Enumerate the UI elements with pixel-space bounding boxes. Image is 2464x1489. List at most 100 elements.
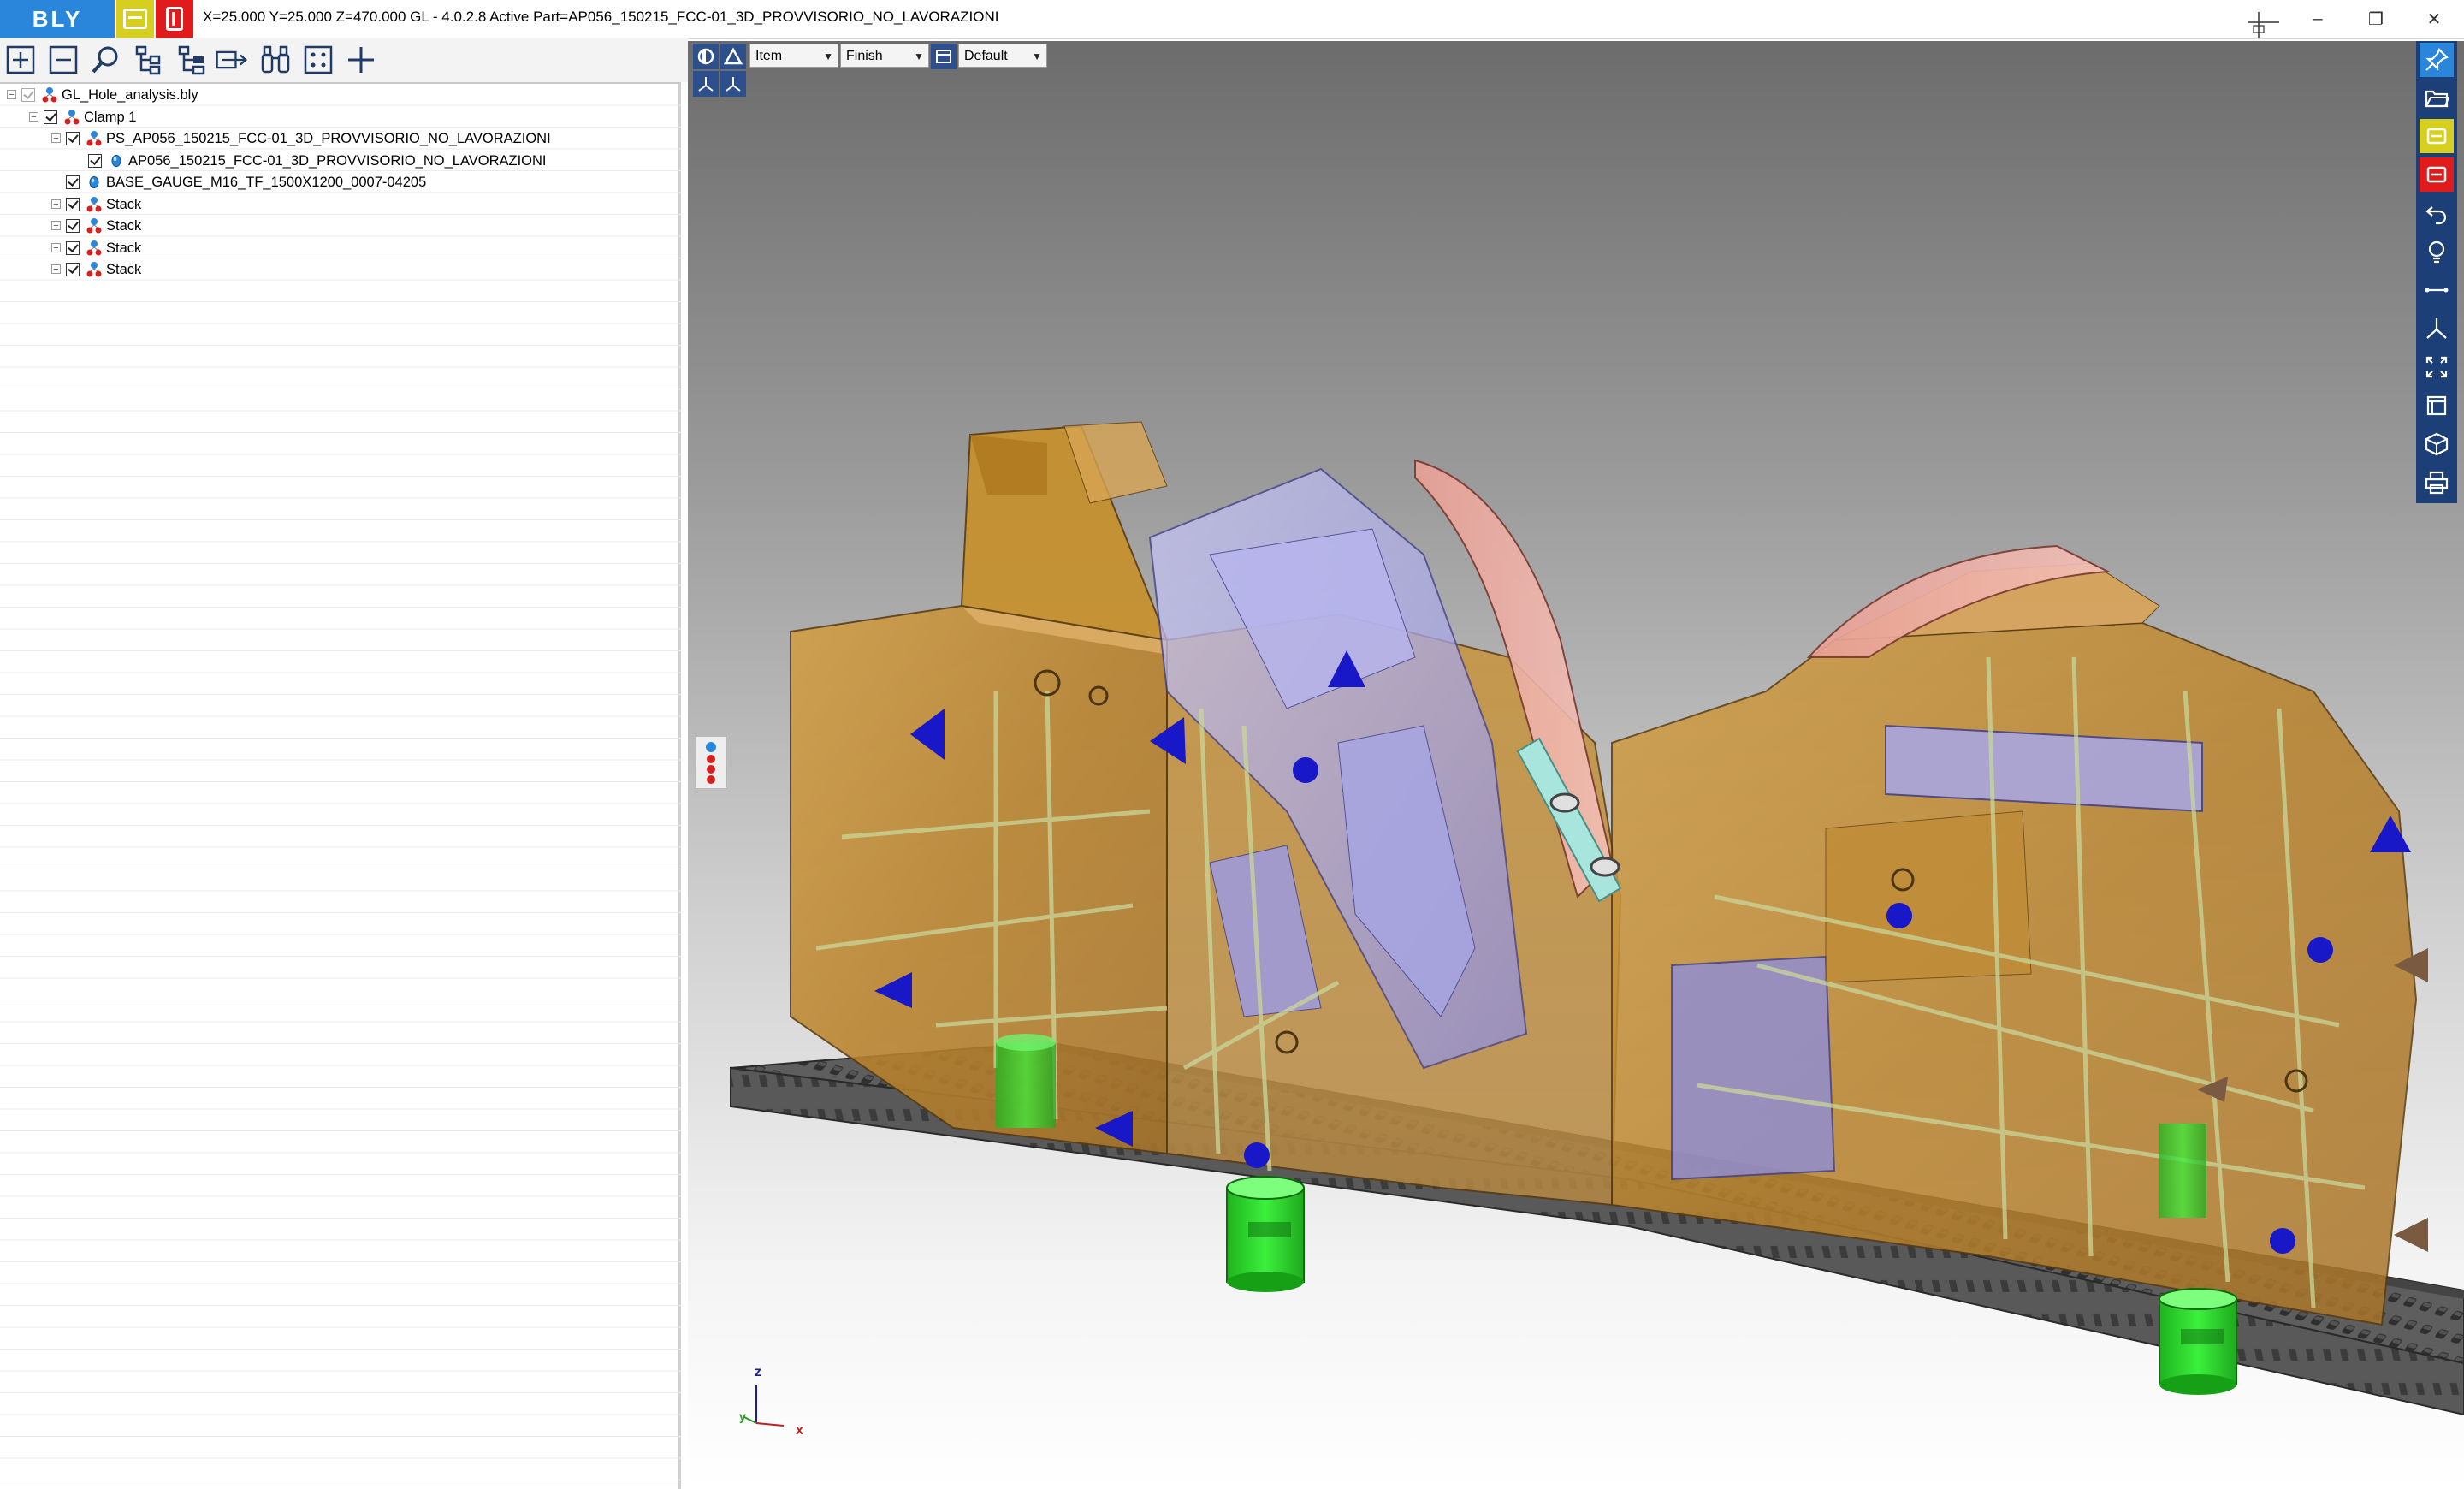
tree-item-label: AP056_150215_FCC-01_3D_PROVVISORIO_NO_LA… (128, 152, 547, 169)
visibility-checkbox[interactable] (88, 153, 102, 168)
tree-item-label: Clamp 1 (84, 109, 137, 125)
collapse-toggle-icon[interactable]: − (7, 90, 16, 100)
minimize-button[interactable]: – (2289, 0, 2346, 38)
binoculars-icon[interactable] (258, 43, 293, 77)
axis-triad: z y x (739, 1365, 803, 1438)
search-icon[interactable] (89, 43, 123, 77)
visibility-checkbox[interactable] (66, 263, 80, 276)
cube-view-icon[interactable] (2420, 427, 2454, 461)
tree-item-label: GL_Hole_analysis.bly (62, 87, 198, 103)
measure-icon[interactable] (2420, 273, 2454, 307)
chevron-down-icon: ▼ (914, 50, 924, 62)
part-icon (111, 154, 121, 167)
transparency-icon[interactable] (720, 44, 746, 69)
tree-item[interactable]: − GL_Hole_analysis.bly (0, 85, 681, 106)
main-toolbar (0, 38, 688, 82)
red-panel-icon[interactable] (2420, 157, 2454, 192)
tree-item[interactable]: − Clamp 1 (0, 107, 681, 128)
yellow-panel-logo-icon[interactable] (116, 0, 154, 38)
expand-toggle-icon[interactable]: + (51, 221, 61, 231)
render-mode-select[interactable]: Finish ▼ (840, 44, 929, 68)
expand-toggle-icon[interactable]: + (51, 264, 61, 275)
tree-grid-lines (0, 84, 681, 1487)
plus-cross-icon[interactable] (344, 43, 378, 77)
assembly-icon (64, 109, 80, 124)
structure-tree-panel: − GL_Hole_analysis.bly − Clamp 1 − PS_AP056_1… (0, 82, 681, 1489)
tree-item[interactable]: + Stack (0, 238, 681, 259)
tree-item[interactable]: + Stack (0, 216, 681, 237)
open-folder-icon[interactable] (2420, 80, 2454, 115)
fit-view-icon[interactable] (2420, 350, 2454, 384)
tree-item-label: BASE_GAUGE_M16_TF_1500X1200_0007-04205 (106, 175, 427, 190)
assembly-icon (86, 131, 102, 146)
chevron-down-icon: ▼ (1032, 50, 1042, 62)
right-toolbar (2416, 41, 2457, 503)
triad-right-icon[interactable] (720, 71, 746, 97)
chevron-down-icon: ▼ (823, 50, 833, 62)
assembly-icon (86, 240, 102, 255)
viewport-toolbar: Item ▼ Finish ▼ Default ▼ (688, 41, 1047, 98)
selection-mode-value: Item (755, 49, 783, 63)
assembly-icon (86, 218, 102, 234)
visibility-checkbox[interactable] (44, 110, 57, 124)
axes-icon[interactable] (2420, 311, 2454, 346)
window-title: X=25.000 Y=25.000 Z=470.000 GL - 4.0.2.8… (203, 9, 999, 25)
move-icon[interactable] (214, 43, 248, 77)
view-preset-value: Default (964, 49, 1008, 63)
tree-item-label: Stack (106, 196, 142, 212)
visibility-checkbox[interactable] (21, 88, 35, 102)
frame-icon[interactable] (301, 43, 335, 77)
stack-points-icon (706, 742, 716, 784)
triad-left-icon[interactable] (693, 71, 719, 97)
3d-viewport[interactable]: z y x (688, 41, 2464, 1489)
tree-item[interactable]: + Stack (0, 259, 681, 281)
visibility-checkbox[interactable] (66, 132, 80, 145)
tree-item-label: Stack (106, 262, 142, 277)
bly-logo[interactable]: BLY (0, 0, 115, 38)
view-preset-icon[interactable] (931, 44, 957, 69)
visibility-checkbox[interactable] (66, 240, 80, 255)
assembly-icon (42, 87, 57, 103)
add-icon[interactable] (3, 43, 38, 77)
restore-button[interactable]: ❐ (2348, 0, 2404, 38)
pin-icon[interactable] (2420, 43, 2454, 77)
tree-item-label: Stack (106, 240, 142, 256)
lightbulb-icon[interactable] (2420, 234, 2454, 269)
assembly-icon (86, 262, 102, 277)
print-icon[interactable] (2420, 466, 2454, 500)
selection-mode-select[interactable]: Item ▼ (749, 44, 838, 68)
title-bar: BLY X=25.000 Y=25.000 Z=470.000 GL - 4.0… (0, 0, 2464, 39)
red-panel-logo-icon[interactable] (156, 0, 193, 38)
z-axis-label: z (755, 1365, 761, 1379)
crosshair-cursor-icon (2248, 12, 2279, 38)
expand-toggle-icon[interactable]: + (51, 242, 61, 252)
tree-item[interactable]: + Stack (0, 194, 681, 216)
collapse-toggle-icon[interactable]: − (29, 111, 38, 122)
part-icon (89, 176, 99, 188)
side-panel-tab[interactable] (695, 736, 727, 789)
tree-item[interactable]: AP056_150215_FCC-01_3D_PROVVISORIO_NO_LA… (0, 151, 681, 172)
tree-item-label: PS_AP056_150215_FCC-01_3D_PROVVISORIO_NO… (106, 131, 551, 146)
tree-item[interactable]: − PS_AP056_150215_FCC-01_3D_PROVVISORIO_N… (0, 128, 681, 150)
y-axis-label: y (739, 1409, 746, 1423)
yellow-panel-icon[interactable] (2420, 119, 2454, 153)
assembly-icon (86, 196, 102, 211)
x-axis-label: x (796, 1423, 803, 1438)
close-button[interactable]: ✕ (2406, 0, 2462, 38)
collapse-toggle-icon[interactable]: − (51, 133, 61, 144)
tree-collapse-icon[interactable] (175, 43, 209, 77)
window-icon[interactable] (2420, 389, 2454, 423)
expand-toggle-icon[interactable]: + (51, 199, 61, 209)
3d-model-scene[interactable]: z y x (688, 41, 2464, 1489)
tree-item-label: Stack (106, 218, 142, 234)
tree-expand-icon[interactable] (132, 43, 166, 77)
visibility-checkbox[interactable] (66, 175, 80, 189)
view-preset-select[interactable]: Default ▼ (958, 44, 1047, 68)
undo-icon[interactable] (2420, 196, 2454, 230)
render-mode-value: Finish (846, 49, 883, 63)
tree-item[interactable]: BASE_GAUGE_M16_TF_1500X1200_0007-04205 (0, 172, 681, 193)
visibility-checkbox[interactable] (66, 197, 80, 211)
display-mode-icon[interactable] (693, 44, 719, 69)
visibility-checkbox[interactable] (66, 219, 80, 233)
remove-icon[interactable] (46, 43, 80, 77)
